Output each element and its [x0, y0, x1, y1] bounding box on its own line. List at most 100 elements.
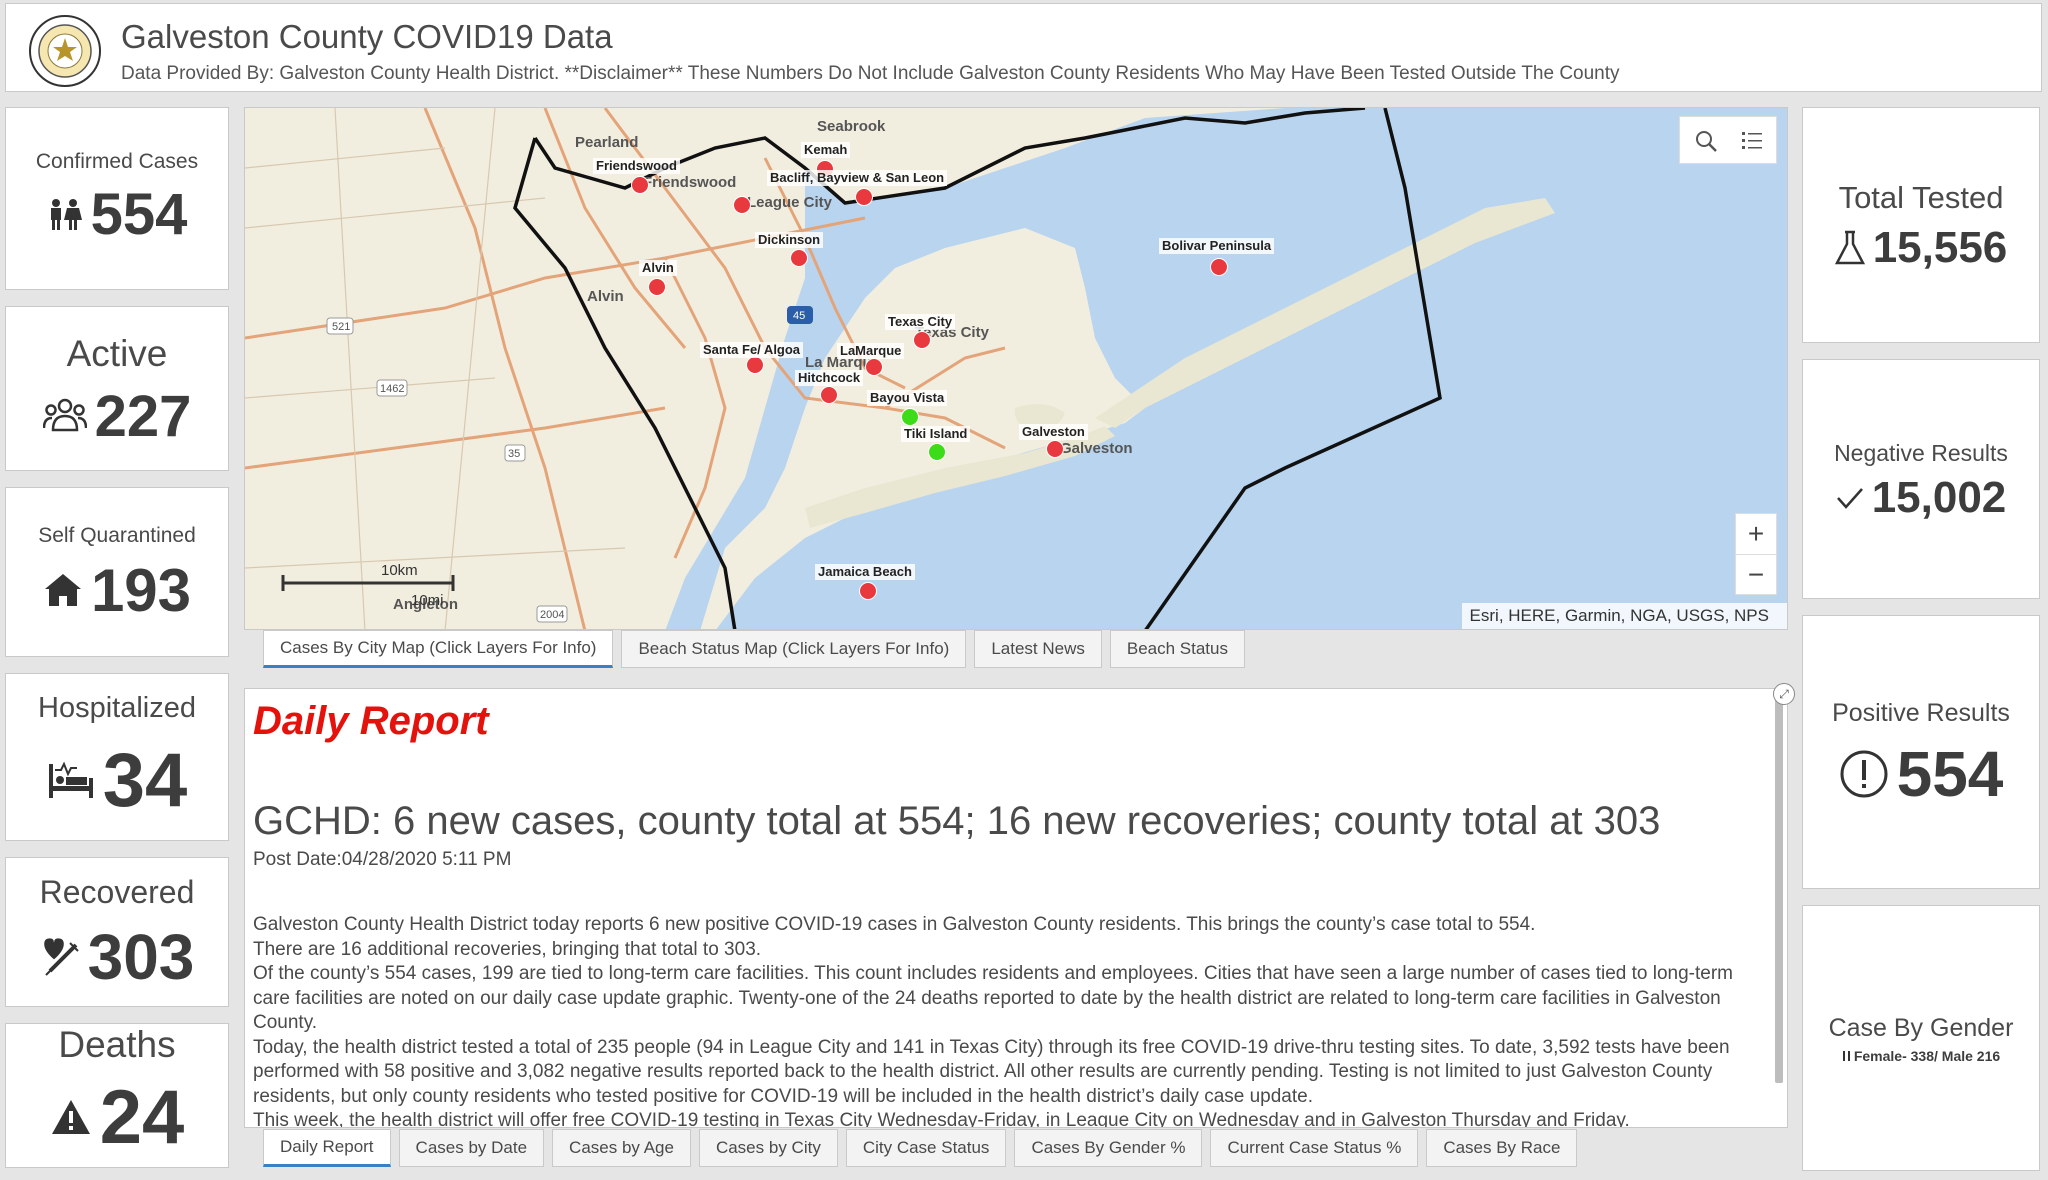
- place-galveston: Galveston: [1060, 440, 1133, 457]
- post-date: Post Date:04/28/2020 5:11 PM: [253, 849, 512, 870]
- zoom-in-button[interactable]: +: [1736, 514, 1776, 554]
- city-label-bayou-vista: Bayou Vista: [867, 390, 948, 406]
- road-2004: 2004: [540, 609, 564, 621]
- map-scale-bar: 10km 10mi: [281, 563, 455, 609]
- city-label-bacliff: Bacliff, Bayview & San Leon: [767, 170, 948, 186]
- tab-beach-status[interactable]: Beach Status: [1109, 630, 1245, 668]
- report-paragraph: Of the county’s 554 cases, 199 are tied …: [253, 963, 1733, 1033]
- city-marker-texas-city[interactable]: [913, 331, 931, 349]
- confirmed-cases-tile: Confirmed Cases 554: [5, 107, 229, 290]
- daily-report-panel: Daily Report GCHD: 6 new cases, county t…: [244, 688, 1788, 1128]
- city-marker-alvin[interactable]: [648, 278, 666, 296]
- group-icon: [42, 398, 87, 432]
- positive-results-value: 554: [1896, 738, 2004, 810]
- tab-latest-news[interactable]: Latest News: [974, 630, 1102, 668]
- report-paragraph: This week, the health district will offe…: [253, 1110, 1630, 1128]
- city-marker-friendswood[interactable]: [631, 176, 649, 194]
- map-attribution: Esri, HERE, Garmin, NGA, USGS, NPS: [1461, 603, 1787, 629]
- road-521: 521: [332, 321, 350, 333]
- hospitalized-tile: Hospitalized 34: [5, 673, 229, 841]
- city-label-jamaica-beach: Jamaica Beach: [815, 564, 915, 580]
- city-label-bolivar: Bolivar Peninsula: [1159, 238, 1275, 254]
- confirmed-cases-label: Confirmed Cases: [35, 150, 199, 173]
- negative-results-value: 15,002: [1871, 473, 2007, 522]
- tab-cases-by-date[interactable]: Cases by Date: [398, 1129, 545, 1167]
- confirmed-cases-value: 554: [90, 181, 188, 247]
- road-35: 35: [508, 448, 520, 460]
- city-label-santa-fe: Santa Fe/ Algoa: [700, 342, 804, 358]
- city-marker-bacliff[interactable]: [855, 188, 873, 206]
- tab-cases-by-city[interactable]: Cases by City: [698, 1129, 838, 1167]
- city-marker-league-city[interactable]: [733, 196, 751, 214]
- city-marker-dickinson[interactable]: [790, 249, 808, 267]
- recovered-tile: Recovered 303: [5, 857, 229, 1007]
- cases-by-city-map[interactable]: 521 1462 35 2004 45 Seabrook Pearland Fr…: [244, 107, 1788, 630]
- self-quarantined-label: Self Quarantined: [38, 524, 196, 547]
- tab-current-case-status[interactable]: Current Case Status %: [1210, 1129, 1419, 1167]
- city-marker-tiki-island[interactable]: [928, 443, 946, 461]
- city-label-dickinson: Dickinson: [755, 232, 824, 248]
- city-marker-santa-fe[interactable]: [746, 356, 764, 374]
- expand-icon[interactable]: ⤢: [1773, 683, 1795, 705]
- report-paragraph: Galveston County Health District today r…: [253, 914, 1536, 935]
- tab-daily-report[interactable]: Daily Report: [263, 1129, 391, 1167]
- warning-icon: [51, 1100, 90, 1134]
- layer-list-icon[interactable]: [1740, 129, 1764, 153]
- scale-km-label: 10km: [381, 563, 418, 579]
- map-tabs: Cases By City Map (Click Layers For Info…: [263, 630, 1245, 668]
- city-label-kemah: Kemah: [801, 142, 851, 158]
- city-label-lamarque: LaMarque: [837, 343, 905, 359]
- header-bar: Galveston County COVID19 Data Data Provi…: [5, 3, 2042, 92]
- gender-icon: [1842, 1051, 1850, 1061]
- tab-beach-status-map[interactable]: Beach Status Map (Click Layers For Info): [621, 630, 967, 668]
- city-label-galveston: Galveston: [1019, 424, 1088, 440]
- app-subtitle: Data Provided By: Galveston County Healt…: [121, 63, 1620, 84]
- tab-cases-by-age[interactable]: Cases by Age: [552, 1129, 691, 1167]
- report-paragraph: Today, the health district tested a tota…: [253, 1036, 1730, 1107]
- place-league-city: League City: [747, 194, 833, 211]
- road-1462: 1462: [380, 383, 404, 395]
- app-title: Galveston County COVID19 Data: [121, 18, 613, 55]
- deaths-label: Deaths: [58, 1024, 176, 1065]
- hospitalized-label: Hospitalized: [38, 692, 196, 724]
- positive-results-tile: Positive Results 554: [1802, 615, 2040, 889]
- negative-results-tile: Negative Results 15,002: [1802, 359, 2040, 599]
- total-tested-value: 15,556: [1872, 223, 2008, 272]
- city-label-tiki-island: Tiki Island: [901, 426, 971, 442]
- recovered-label: Recovered: [39, 874, 195, 910]
- city-marker-jamaica-beach[interactable]: [859, 582, 877, 600]
- exclamation-circle-icon: [1840, 750, 1888, 798]
- hospital-bed-icon: [48, 761, 93, 798]
- city-marker-lamarque[interactable]: [865, 358, 883, 376]
- people-icon: [50, 199, 82, 230]
- report-body: Galveston County Health District today r…: [253, 913, 1765, 1128]
- active-value: 227: [94, 383, 192, 449]
- search-icon[interactable]: [1694, 129, 1718, 153]
- negative-results-label: Negative Results: [1834, 440, 2008, 466]
- flask-icon: [1834, 230, 1865, 265]
- report-scrollbar[interactable]: [1775, 693, 1783, 1083]
- case-by-gender-tile: Case By Gender Female- 338/ Male 216: [1802, 905, 2040, 1171]
- case-by-gender-label: Case By Gender: [1828, 1014, 2014, 1042]
- self-quarantined-tile: Self Quarantined 193: [5, 487, 229, 657]
- zoom-out-button[interactable]: −: [1736, 554, 1776, 594]
- tab-cases-by-gender[interactable]: Cases By Gender %: [1014, 1129, 1203, 1167]
- tab-cases-by-city-map[interactable]: Cases By City Map (Click Layers For Info…: [263, 630, 614, 668]
- texas-seal-logo: [29, 15, 101, 87]
- place-friendswood: Friendswood: [643, 174, 737, 191]
- city-label-hitchcock: Hitchcock: [795, 370, 864, 386]
- city-marker-bayou-vista[interactable]: [901, 408, 919, 426]
- city-marker-hitchcock[interactable]: [820, 386, 838, 404]
- city-marker-galveston[interactable]: [1046, 440, 1064, 458]
- positive-results-label: Positive Results: [1832, 699, 2010, 727]
- city-marker-bolivar[interactable]: [1210, 258, 1228, 276]
- active-label: Active: [66, 333, 168, 374]
- tab-city-case-status[interactable]: City Case Status: [845, 1129, 1007, 1167]
- total-tested-tile: Total Tested 15,556: [1802, 107, 2040, 343]
- city-label-friendswood: Friendswood: [593, 158, 680, 174]
- report-headline: GCHD: 6 new cases, county total at 554; …: [253, 799, 1661, 843]
- case-by-gender-value: Female- 338/ Male 216: [1853, 1048, 2001, 1064]
- tab-cases-by-race[interactable]: Cases By Race: [1426, 1129, 1578, 1167]
- total-tested-label: Total Tested: [1838, 180, 2004, 215]
- recovered-value: 303: [87, 921, 195, 993]
